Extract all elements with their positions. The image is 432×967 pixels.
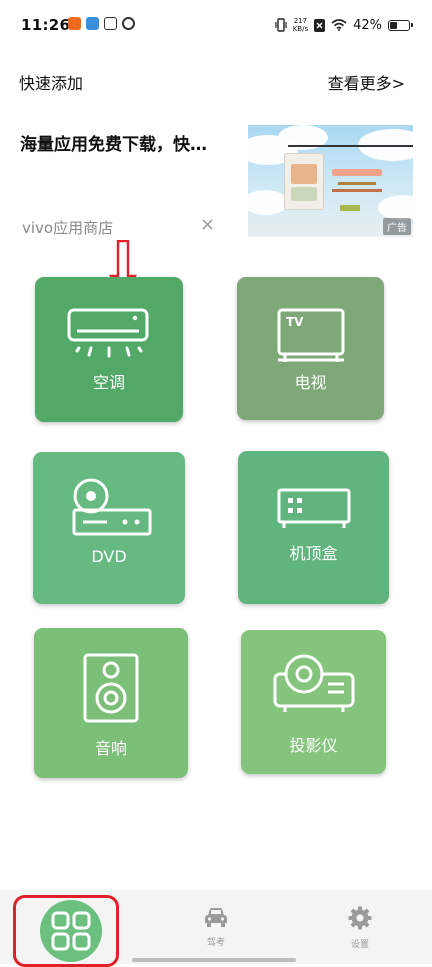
ad-title[interactable]: 海量应用免费下载，快… — [20, 130, 207, 155]
wallet-notification-icon — [104, 17, 117, 30]
battery-icon — [388, 19, 413, 31]
sim-off-icon — [314, 18, 326, 32]
device-label: DVD — [91, 547, 127, 566]
ad-close-button[interactable]: × — [200, 214, 215, 235]
nav-item-settings[interactable]: 设置 — [335, 906, 385, 950]
network-speed: 217 KB/s — [292, 17, 309, 33]
device-tile-dvd[interactable]: DVD — [33, 452, 185, 604]
nav-label-driving-test: 驾考 — [206, 938, 225, 948]
wifi-icon — [331, 19, 347, 31]
svg-text:TV: TV — [286, 315, 304, 329]
battery-percent: 42% — [353, 17, 382, 33]
status-bar: 11:26 217 KB/s 42% — [0, 0, 432, 52]
device-label: 空调 — [92, 373, 125, 392]
nav-item-driving-test[interactable]: 驾考 — [191, 906, 241, 948]
device-tile-air-conditioner[interactable]: 空调 — [35, 277, 183, 422]
car-icon — [205, 908, 227, 927]
quick-add-title: 快速添加 — [19, 74, 84, 93]
device-label: 音响 — [94, 739, 127, 758]
projector-icon — [273, 654, 355, 712]
device-label: 电视 — [294, 373, 327, 392]
gesture-bar[interactable] — [132, 958, 296, 962]
device-label: 机顶盒 — [289, 544, 338, 563]
ad-badge: 广告 — [383, 218, 411, 235]
ad-image[interactable]: 广告 — [248, 125, 413, 237]
set-top-box-icon — [277, 488, 351, 528]
taobao-notification-icon — [68, 17, 81, 30]
device-label: 投影仪 — [289, 736, 338, 755]
gear-icon — [348, 906, 372, 930]
device-tile-set-top-box[interactable]: 机顶盒 — [238, 451, 389, 604]
vibrate-icon — [275, 18, 287, 32]
tv-icon: TV — [277, 308, 345, 362]
app-notification-icon — [86, 17, 99, 30]
highlight-box-annotation — [13, 895, 119, 967]
status-time: 11:26 — [21, 16, 71, 34]
dvd-player-icon — [72, 478, 152, 536]
ad-source: vivo应用商店 — [22, 219, 114, 237]
speaker-icon — [83, 653, 139, 723]
link-notification-icon — [122, 17, 135, 30]
see-more-link[interactable]: 查看更多> — [328, 70, 405, 94]
device-tile-projector[interactable]: 投影仪 — [241, 630, 386, 774]
ad-card[interactable]: 海量应用免费下载，快… vivo应用商店 × 广告 — [0, 110, 432, 250]
device-tile-tv[interactable]: TV 电视 — [237, 277, 384, 420]
device-tile-speaker[interactable]: 音响 — [34, 628, 188, 778]
air-conditioner-icon — [67, 308, 149, 358]
nav-label-settings: 设置 — [350, 940, 369, 950]
